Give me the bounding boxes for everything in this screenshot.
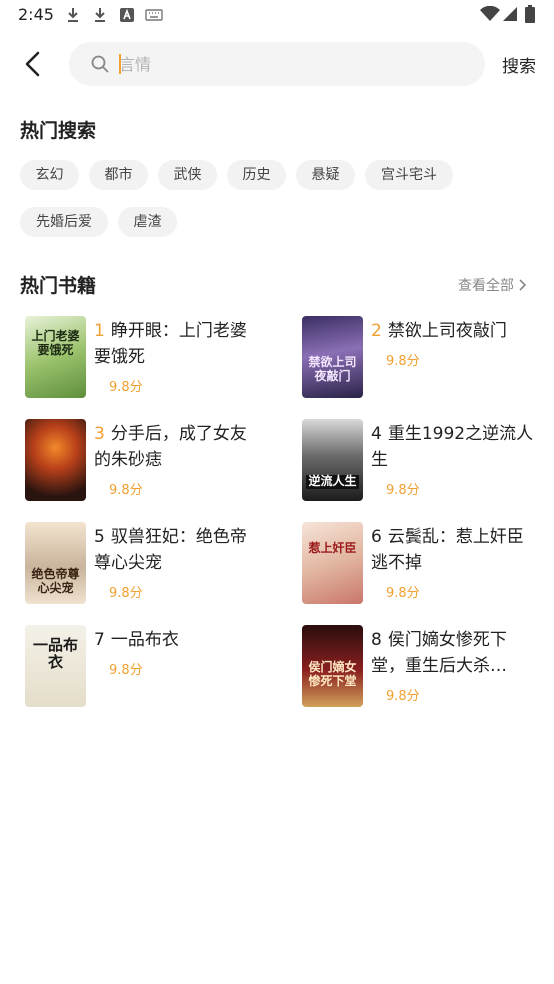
book-rank: 6 (371, 527, 382, 547)
book-name: 一品布衣 (110, 630, 179, 650)
cover-text: 逆流人生 (306, 474, 359, 489)
view-all-label: 查看全部 (458, 278, 514, 294)
book-item[interactable]: 禁欲上司夜敲门 2 禁欲上司夜敲门 9.8分 (297, 316, 554, 401)
tag-gongdou[interactable]: 宫斗宅斗 (365, 160, 453, 190)
download-icon (68, 8, 78, 22)
cover-text: 禁欲上司夜敲门 (308, 355, 357, 383)
book-score: 9.8分 (386, 689, 420, 704)
hot-books-title: 热门书籍 (20, 275, 97, 297)
view-all-link[interactable]: 查看全部 (458, 275, 528, 295)
book-cover: 禁欲上司夜敲门 (302, 316, 363, 398)
signal-icon (503, 7, 517, 21)
status-time: 2:45 (18, 5, 54, 24)
book-score: 9.8分 (109, 663, 143, 678)
back-icon (25, 51, 40, 77)
book-item[interactable]: 3 分手后，成了女友的朱砂痣 9.8分 (20, 419, 280, 504)
keyboard-icon (145, 9, 163, 21)
tag-nuezha[interactable]: 虐渣 (118, 207, 177, 237)
book-cover: 上门老婆要饿死 (25, 316, 86, 398)
book-cover: 一品布衣 (25, 625, 86, 707)
cover-text: 侯门嫡女惨死下堂 (308, 660, 357, 688)
book-item[interactable]: 上门老婆要饿死 1 睁开眼：上门老婆要饿死 9.8分 (20, 316, 280, 401)
book-rank: 2 (371, 321, 382, 341)
book-cover: 逆流人生 (302, 419, 363, 501)
book-name: 云鬓乱：惹上奸臣逃不掉 (371, 527, 524, 573)
cover-text: 上门老婆要饿死 (31, 329, 80, 357)
book-title: 3 分手后，成了女友的朱砂痣 (94, 421, 262, 473)
book-title: 7 一品布衣 (94, 627, 262, 653)
book-cover: 惹上奸臣 (302, 522, 363, 604)
download-icon (95, 8, 105, 22)
cover-text: 一品布衣 (32, 636, 78, 672)
book-rank: 7 (94, 630, 105, 650)
book-score: 9.8分 (109, 586, 143, 601)
book-rank: 5 (94, 527, 105, 547)
book-item[interactable]: 惹上奸臣 6 云鬓乱：惹上奸臣逃不掉 9.8分 (297, 522, 554, 607)
book-title: 4 重生1992之逆流人生 (371, 421, 539, 473)
book-cover: 侯门嫡女惨死下堂 (302, 625, 363, 707)
battery-icon (525, 5, 535, 23)
book-rank: 1 (94, 321, 105, 341)
book-cover: 绝色帝尊心尖宠 (25, 522, 86, 604)
search-button[interactable]: 搜索 (502, 52, 536, 77)
search-input[interactable] (119, 42, 469, 86)
tag-xuanhuan[interactable]: 玄幻 (20, 160, 79, 190)
book-rank: 8 (371, 630, 382, 650)
a-icon (120, 8, 134, 22)
book-rank: 4 (371, 424, 382, 444)
book-item[interactable]: 绝色帝尊心尖宠 5 驭兽狂妃：绝色帝尊心尖宠 9.8分 (20, 522, 280, 607)
book-name: 驭兽狂妃：绝色帝尊心尖宠 (94, 527, 247, 573)
chevron-right-icon (519, 279, 527, 291)
book-name: 禁欲上司夜敲门 (387, 321, 507, 341)
book-cover (25, 419, 86, 501)
search-box[interactable] (69, 42, 485, 86)
back-button[interactable] (18, 48, 48, 80)
book-name: 侯门嫡女惨死下堂，重生后大杀… (371, 630, 507, 676)
book-name: 重生1992之逆流人生 (371, 424, 534, 470)
text-cursor (119, 54, 121, 74)
book-item[interactable]: 一品布衣 7 一品布衣 9.8分 (20, 625, 280, 710)
cover-text: 绝色帝尊心尖宠 (31, 567, 80, 595)
book-score: 9.8分 (109, 483, 143, 498)
tag-xuanyi[interactable]: 悬疑 (296, 160, 355, 190)
book-score: 9.8分 (386, 483, 420, 498)
book-score: 9.8分 (109, 380, 143, 395)
book-score: 9.8分 (386, 354, 420, 369)
search-icon (91, 55, 109, 73)
tag-dushi[interactable]: 都市 (89, 160, 148, 190)
tag-xianhun[interactable]: 先婚后爱 (20, 207, 108, 237)
status-bar: 2:45 (0, 0, 554, 30)
book-score: 9.8分 (386, 586, 420, 601)
hot-search-title: 热门搜索 (20, 120, 97, 142)
tag-wuxia[interactable]: 武侠 (158, 160, 217, 190)
book-name: 分手后，成了女友的朱砂痣 (94, 424, 247, 470)
book-title: 2 禁欲上司夜敲门 (371, 318, 539, 344)
book-title: 5 驭兽狂妃：绝色帝尊心尖宠 (94, 524, 262, 576)
book-title: 8 侯门嫡女惨死下堂，重生后大杀… (371, 627, 539, 679)
book-name: 睁开眼：上门老婆要饿死 (94, 321, 247, 367)
cover-text: 惹上奸臣 (308, 541, 357, 555)
book-item[interactable]: 逆流人生 4 重生1992之逆流人生 9.8分 (297, 419, 554, 504)
book-title: 6 云鬓乱：惹上奸臣逃不掉 (371, 524, 539, 576)
book-title: 1 睁开眼：上门老婆要饿死 (94, 318, 262, 370)
book-rank: 3 (94, 424, 105, 444)
book-item[interactable]: 侯门嫡女惨死下堂 8 侯门嫡女惨死下堂，重生后大杀… 9.8分 (297, 625, 554, 710)
wifi-icon (480, 6, 500, 21)
tag-lishi[interactable]: 历史 (227, 160, 286, 190)
